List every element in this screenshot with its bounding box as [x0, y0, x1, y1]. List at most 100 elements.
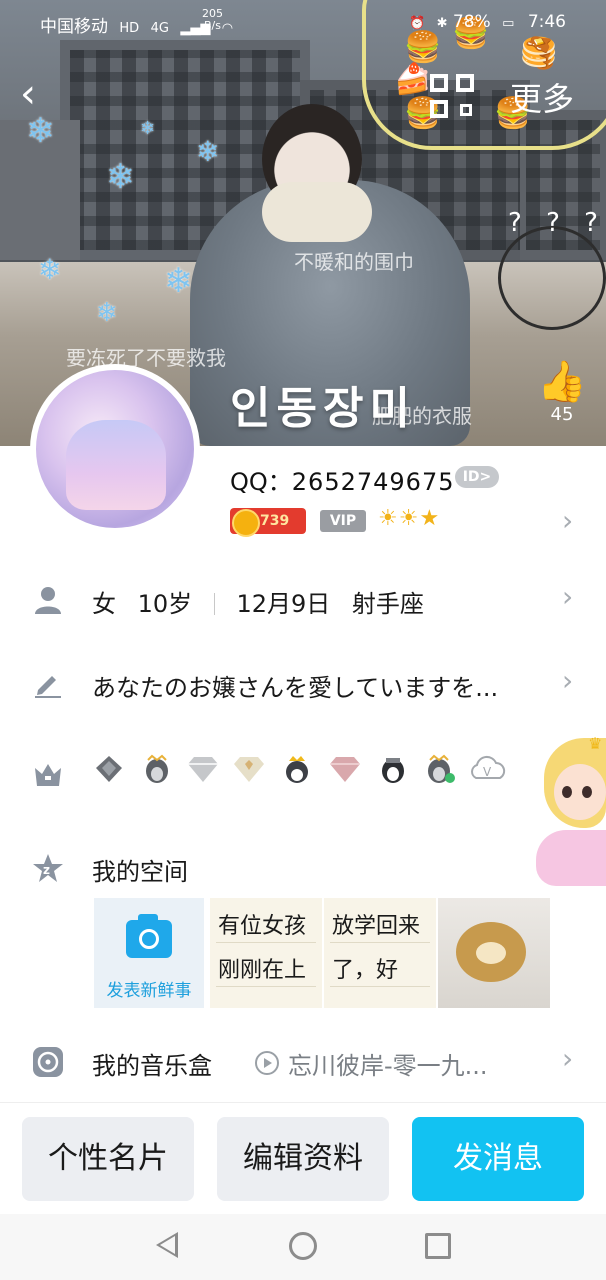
more-button[interactable]: 更多: [510, 74, 574, 120]
like-button[interactable]: 👍 45: [534, 360, 590, 425]
pencil-icon: [35, 676, 61, 698]
penguin-badge-icon[interactable]: [140, 754, 174, 784]
badges-row[interactable]: V: [0, 740, 606, 806]
divider: [213, 593, 215, 615]
cake-sticker: 🍰: [394, 62, 432, 97]
status-bar: 中国移动 HD 4G ▂▄▆ ◠ 205 B/s ⏰ ✱ 78% ▭ 7:46: [0, 0, 606, 48]
nickname: 인동장미: [230, 383, 416, 434]
qr-code-icon: [430, 100, 448, 118]
snowflake-icon: ❄: [26, 111, 55, 151]
bear-plush-image: [456, 922, 526, 982]
my-space-title: 我的空间: [92, 858, 188, 886]
snowflake-icon: ❄: [196, 135, 220, 168]
profile-card-button[interactable]: 个性名片: [22, 1117, 194, 1201]
chevron-right-icon: ›: [562, 580, 574, 613]
back-triangle-icon[interactable]: [156, 1232, 178, 1258]
vip-badge[interactable]: VIP: [320, 510, 366, 532]
signature-row[interactable]: あなたのお嬢さんを愛していますを... ›: [0, 654, 606, 714]
qr-code-icon: [456, 74, 474, 92]
qq-number: QQ：2652749675: [230, 468, 455, 496]
mascot-body: [536, 830, 606, 886]
home-circle-icon[interactable]: [289, 1232, 317, 1260]
battery-percent: 78%: [452, 12, 491, 32]
system-nav-bar: [0, 1214, 606, 1280]
penguin-badge-icon[interactable]: [376, 754, 410, 784]
snowflake-icon: ❄: [38, 253, 62, 286]
carrier-name: 中国移动: [40, 17, 108, 37]
cloud-vip-badge-icon[interactable]: V: [468, 754, 508, 784]
age: 10岁: [137, 590, 193, 618]
signature: あなたのお嬢さんを愛していますを...: [92, 674, 499, 702]
mascot-eye: [562, 786, 572, 798]
music-disc-icon: [33, 1047, 63, 1077]
circle-doodle: [498, 226, 606, 330]
snowflake-icon: ❄: [106, 157, 135, 197]
action-bar: 个性名片 编辑资料 发消息: [0, 1102, 606, 1214]
diamond-badge-icon[interactable]: [232, 754, 266, 784]
thumbs-up-icon: 👍: [537, 359, 587, 405]
edit-profile-button[interactable]: 编辑资料: [217, 1117, 389, 1201]
my-space-row[interactable]: z 我的空间: [0, 838, 606, 898]
basic-info-row[interactable]: 女 10岁 12月9日 射手座 ›: [0, 570, 606, 630]
qr-code-button[interactable]: [430, 74, 474, 118]
assistant-mascot[interactable]: ♛: [536, 734, 606, 888]
avatar-image: [66, 420, 166, 510]
space-photo[interactable]: [438, 898, 550, 1008]
post-text: 放学回来: [332, 914, 421, 939]
music-box-title: 我的音乐盒: [92, 1052, 212, 1080]
cover-caption: 不暖和的围巾: [294, 250, 414, 274]
qr-code-icon: [460, 104, 472, 116]
space-post-card[interactable]: 放学回来 了，好: [324, 898, 436, 1008]
level-icons[interactable]: ☀☀★: [378, 506, 440, 531]
signal-type: 4G: [150, 21, 169, 36]
diamond-badge-icon[interactable]: [328, 754, 362, 784]
chevron-right-icon: ›: [562, 1042, 574, 1075]
song-title: 忘川彼岸-零一九...: [288, 1052, 488, 1080]
person-icon: [35, 587, 61, 614]
svg-text:V: V: [483, 765, 492, 779]
net-speed: 205 B/s: [202, 7, 223, 32]
question-marks: ? ? ?: [508, 208, 606, 238]
zodiac: 射手座: [351, 590, 424, 618]
id-badge[interactable]: ID>: [455, 466, 499, 488]
snowflake-icon: ❄: [140, 118, 156, 139]
coin-badge[interactable]: 739: [230, 508, 306, 537]
chevron-left-icon: ‹: [20, 71, 36, 117]
chevron-right-icon: ›: [562, 664, 574, 697]
back-button[interactable]: ‹: [20, 74, 60, 118]
wifi-icon: ◠: [221, 21, 234, 36]
music-box-row[interactable]: 我的音乐盒 忘川彼岸-零一九... ›: [0, 1032, 606, 1092]
post-text: 刚刚在上: [218, 958, 307, 983]
post-text: 了，好: [332, 958, 399, 983]
mascot-eye: [582, 786, 592, 798]
send-message-button[interactable]: 发消息: [412, 1117, 584, 1201]
basic-info: 女 10岁 12月9日 射手座: [92, 584, 424, 619]
snowflake-icon: ❄: [164, 261, 193, 301]
post-text: 有位女孩: [218, 914, 307, 939]
battery-icon: ▭: [502, 16, 515, 31]
avatar[interactable]: [30, 364, 200, 534]
snowflake-icon: ❄: [96, 298, 118, 328]
mascot-crown-icon: ♛: [588, 734, 603, 753]
birthday: 12月9日: [236, 590, 331, 618]
clock-time: 7:46: [527, 12, 566, 32]
penguin-badge-icon[interactable]: [422, 754, 456, 784]
play-icon[interactable]: [254, 1050, 280, 1076]
bluetooth-icon: ✱: [436, 16, 448, 31]
diamond-badge-icon[interactable]: [186, 754, 220, 784]
alarm-icon: ⏰: [409, 16, 426, 31]
chevron-right-icon[interactable]: ›: [562, 504, 573, 537]
recents-square-icon[interactable]: [425, 1233, 451, 1259]
gender: 女: [92, 590, 116, 618]
scarf: [262, 182, 372, 242]
space-post-card[interactable]: 有位女孩 刚刚在上: [210, 898, 322, 1008]
penguin-crown-badge-icon[interactable]: [280, 754, 314, 784]
qr-code-icon: [430, 74, 448, 92]
post-update-button[interactable]: 发表新鲜事: [94, 898, 204, 1008]
space-preview: 发表新鲜事 有位女孩 刚刚在上 放学回来 了，好: [94, 898, 550, 1008]
svg-text:z: z: [43, 863, 50, 877]
qzone-star-icon: z: [33, 854, 63, 882]
camera-icon: [126, 914, 172, 958]
dragon-badge-icon[interactable]: [92, 754, 126, 784]
crown-icon: [35, 764, 61, 786]
